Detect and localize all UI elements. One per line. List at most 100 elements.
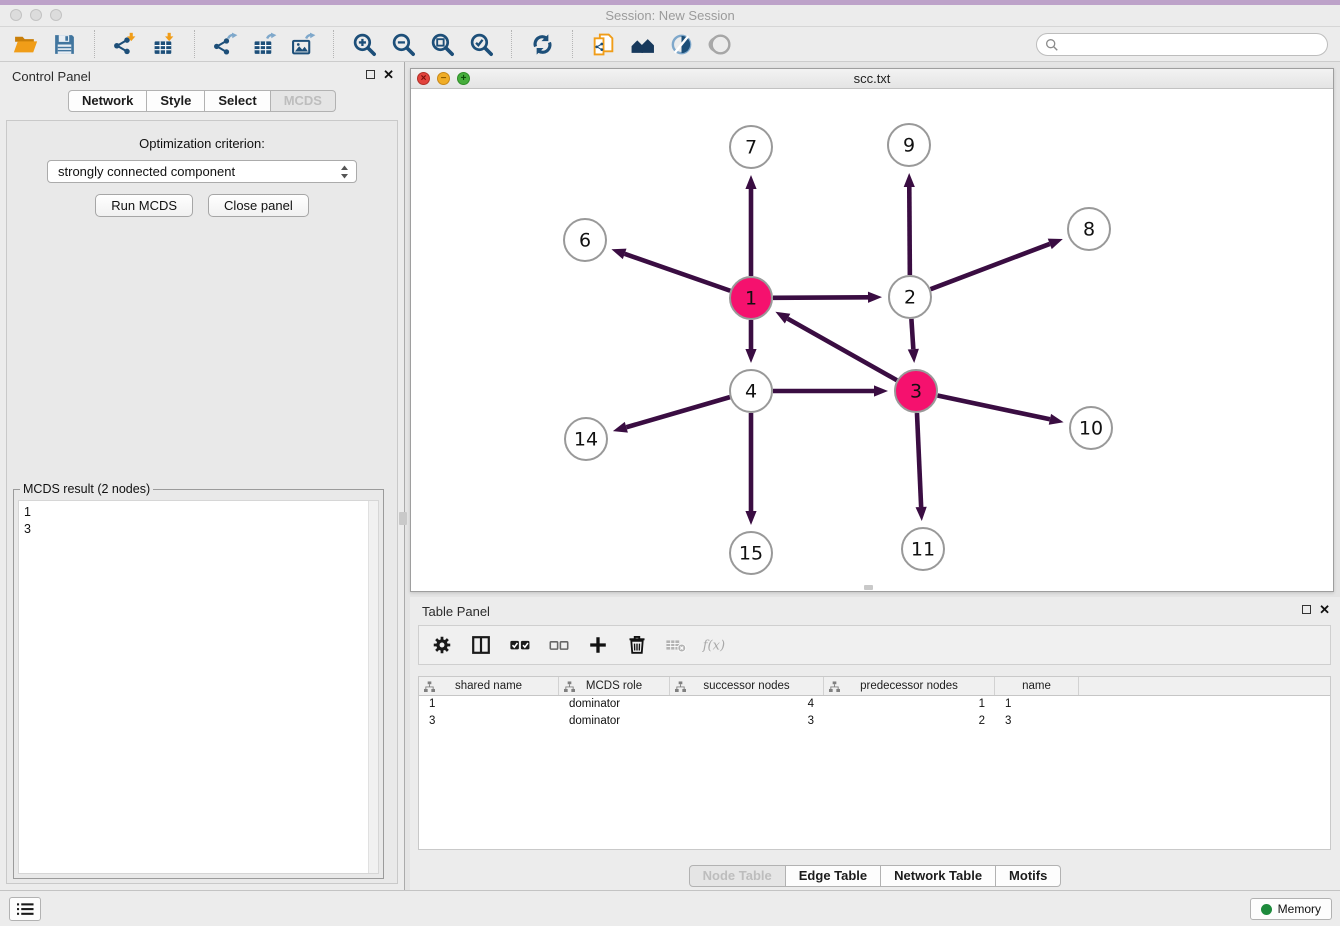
tab-network-table[interactable]: Network Table xyxy=(881,865,996,887)
network-canvas[interactable]: 7 9 6 8 1 2 4 3 14 10 15 11 xyxy=(411,89,1333,591)
mcds-result-area[interactable]: 1 3 xyxy=(18,500,379,874)
search-icon xyxy=(1045,38,1059,52)
edge-arrow-1-2 xyxy=(868,292,882,303)
zoom-fit-icon[interactable] xyxy=(427,30,457,58)
column-type-icon xyxy=(564,681,575,692)
zoom-out-icon[interactable] xyxy=(388,30,418,58)
svg-text:f(x): f(x) xyxy=(702,639,725,654)
edge-arrow-3-10 xyxy=(1049,414,1064,425)
column-type-icon xyxy=(424,681,435,692)
tab-mcds[interactable]: MCDS xyxy=(271,90,336,112)
column-header-predecessor-nodes[interactable]: predecessor nodes xyxy=(824,677,995,695)
edge-4-14[interactable] xyxy=(626,397,730,427)
mcds-result-title: MCDS result (2 nodes) xyxy=(20,482,153,496)
select-all-checkboxes-icon[interactable] xyxy=(507,632,533,658)
import-network-icon[interactable] xyxy=(110,30,140,58)
svg-text:15: 15 xyxy=(739,543,763,565)
node-6[interactable]: 6 xyxy=(564,219,606,261)
edge-2-8[interactable] xyxy=(931,244,1050,289)
toolbar-separator xyxy=(194,30,195,58)
control-panel: Control Panel ✕ NetworkStyleSelectMCDS O… xyxy=(0,62,405,890)
tab-motifs[interactable]: Motifs xyxy=(996,865,1061,887)
table-cell: 1 xyxy=(995,698,1079,710)
node-15[interactable]: 15 xyxy=(730,532,772,574)
table-row[interactable]: 3dominator323 xyxy=(419,713,1330,730)
view-splitter-handle[interactable] xyxy=(864,585,873,590)
node-8[interactable]: 8 xyxy=(1068,208,1110,250)
add-icon[interactable] xyxy=(585,632,611,658)
trash-icon[interactable] xyxy=(624,632,650,658)
tab-edge-table[interactable]: Edge Table xyxy=(786,865,881,887)
column-split-icon[interactable] xyxy=(468,632,494,658)
zoom-in-icon[interactable] xyxy=(349,30,379,58)
network-view-title: scc.txt xyxy=(411,71,1333,86)
gear-icon[interactable] xyxy=(429,632,455,658)
birds-eye-icon[interactable] xyxy=(705,30,735,58)
open-session-icon[interactable] xyxy=(10,30,40,58)
import-table-icon[interactable] xyxy=(149,30,179,58)
function-builder-icon[interactable]: f(x) xyxy=(702,632,728,658)
node-7[interactable]: 7 xyxy=(730,126,772,168)
float-panel-icon[interactable] xyxy=(366,70,375,79)
zoom-selected-icon[interactable] xyxy=(466,30,496,58)
refresh-layout-icon[interactable] xyxy=(527,30,557,58)
close-panel-icon[interactable]: ✕ xyxy=(383,69,394,80)
table-cell: 3 xyxy=(995,715,1079,727)
control-panel-title: Control Panel xyxy=(12,69,91,84)
column-header-name[interactable]: name xyxy=(995,677,1079,695)
deselect-all-checkboxes-icon[interactable] xyxy=(546,632,572,658)
optimization-criterion-label: Optimization criterion: xyxy=(7,136,397,151)
memory-button[interactable]: Memory xyxy=(1250,898,1332,920)
splitter-handle[interactable] xyxy=(399,512,407,525)
homes-icon[interactable] xyxy=(627,30,657,58)
node-2[interactable]: 2 xyxy=(889,276,931,318)
node-9[interactable]: 9 xyxy=(888,124,930,166)
node-1[interactable]: 1 xyxy=(730,277,772,319)
column-header-shared-name[interactable]: shared name xyxy=(419,677,559,695)
table-cell: 4 xyxy=(670,698,824,710)
close-table-panel-icon[interactable]: ✕ xyxy=(1319,604,1330,615)
node-10[interactable]: 10 xyxy=(1070,407,1112,449)
node-4[interactable]: 4 xyxy=(730,370,772,412)
tab-select[interactable]: Select xyxy=(205,90,270,112)
export-table-icon[interactable] xyxy=(249,30,279,58)
edge-2-9[interactable] xyxy=(909,187,910,275)
column-header-mcds-role[interactable]: MCDS role xyxy=(559,677,670,695)
edge-1-2[interactable] xyxy=(773,297,868,298)
save-session-icon[interactable] xyxy=(49,30,79,58)
edge-1-6[interactable] xyxy=(625,254,731,291)
close-panel-button[interactable]: Close panel xyxy=(208,194,309,217)
edge-3-10[interactable] xyxy=(938,396,1050,420)
toggle-style-icon[interactable] xyxy=(666,30,696,58)
node-11[interactable]: 11 xyxy=(902,528,944,570)
export-network-icon[interactable] xyxy=(210,30,240,58)
result-scrollbar[interactable] xyxy=(368,501,378,873)
search-field[interactable] xyxy=(1036,33,1328,56)
tab-network[interactable]: Network xyxy=(68,90,147,112)
edge-2-3[interactable] xyxy=(911,319,913,349)
clone-network-icon[interactable] xyxy=(588,30,618,58)
tab-style[interactable]: Style xyxy=(147,90,205,112)
column-type-icon xyxy=(675,681,686,692)
node-3[interactable]: 3 xyxy=(895,370,937,412)
float-table-panel-icon[interactable] xyxy=(1302,605,1311,614)
tab-node-table[interactable]: Node Table xyxy=(689,865,786,887)
search-input[interactable] xyxy=(1064,38,1319,52)
delete-table-icon[interactable] xyxy=(663,632,689,658)
task-history-button[interactable] xyxy=(9,897,41,921)
main-toolbar xyxy=(0,27,1340,62)
table-row[interactable]: 1dominator411 xyxy=(419,696,1330,713)
column-header-successor-nodes[interactable]: successor nodes xyxy=(670,677,824,695)
toolbar-separator xyxy=(94,30,95,58)
run-mcds-button[interactable]: Run MCDS xyxy=(95,194,193,217)
svg-text:8: 8 xyxy=(1083,219,1095,241)
table-cell: 2 xyxy=(824,715,995,727)
svg-text:11: 11 xyxy=(911,539,935,561)
svg-text:1: 1 xyxy=(745,288,757,310)
node-14[interactable]: 14 xyxy=(565,418,607,460)
edge-3-1[interactable] xyxy=(788,319,897,381)
export-image-icon[interactable] xyxy=(288,30,318,58)
edge-3-11[interactable] xyxy=(917,413,921,507)
criterion-select[interactable]: strongly connected component xyxy=(47,160,357,183)
svg-text:7: 7 xyxy=(745,137,757,159)
